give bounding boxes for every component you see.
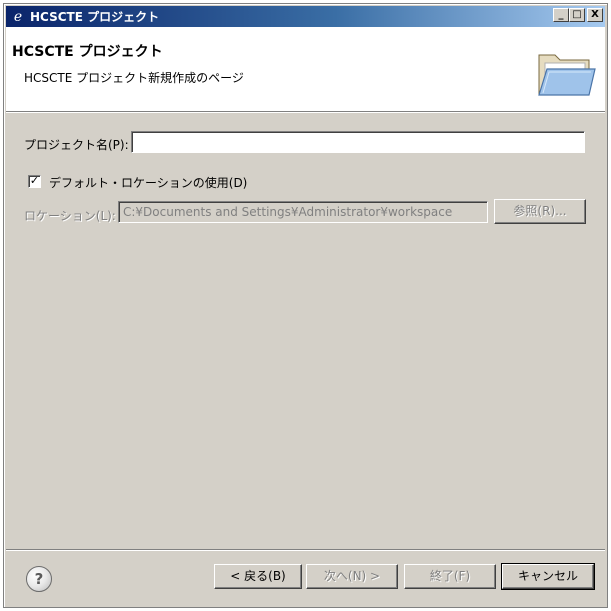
browse-button[interactable]: 参照(R)...: [494, 199, 586, 224]
window-title: HCSCTE プロジェクト: [30, 10, 160, 24]
wizard-banner: HCSCTE プロジェクト HCSCTE プロジェクト新規作成のページ: [6, 27, 605, 112]
default-location-checkbox[interactable]: ✓: [28, 175, 41, 188]
page-title: HCSCTE プロジェクト: [12, 44, 163, 60]
project-name-input[interactable]: [131, 131, 585, 153]
location-input[interactable]: C:¥Documents and Settings¥Administrator¥…: [118, 201, 488, 223]
page-description: HCSCTE プロジェクト新規作成のページ: [24, 71, 244, 85]
title-bar[interactable]: 𝑒 HCSCTE プロジェクト _ □ X: [6, 6, 605, 27]
finish-button[interactable]: 終了(F): [404, 564, 496, 589]
cancel-button[interactable]: キャンセル: [501, 563, 595, 590]
back-button[interactable]: < 戻る(B): [214, 564, 302, 589]
project-name-label: プロジェクト名(P):: [24, 138, 129, 152]
next-button[interactable]: 次へ(N) >: [306, 564, 398, 589]
open-folder-icon: [538, 54, 596, 96]
location-label: ロケーション(L):: [24, 209, 116, 223]
window-controls: _ □ X: [553, 8, 603, 22]
close-button[interactable]: X: [587, 8, 603, 22]
wizard-window: 𝑒 HCSCTE プロジェクト _ □ X HCSCTE プロジェクト HCSC…: [3, 3, 608, 608]
help-icon[interactable]: ?: [26, 566, 52, 592]
app-icon: 𝑒: [13, 8, 23, 25]
minimize-button[interactable]: _: [553, 8, 569, 22]
footer-divider: [6, 549, 605, 551]
default-location-label[interactable]: デフォルト・ロケーションの使用(D): [49, 174, 247, 191]
banner-divider: [6, 112, 605, 113]
maximize-button[interactable]: □: [569, 8, 585, 22]
